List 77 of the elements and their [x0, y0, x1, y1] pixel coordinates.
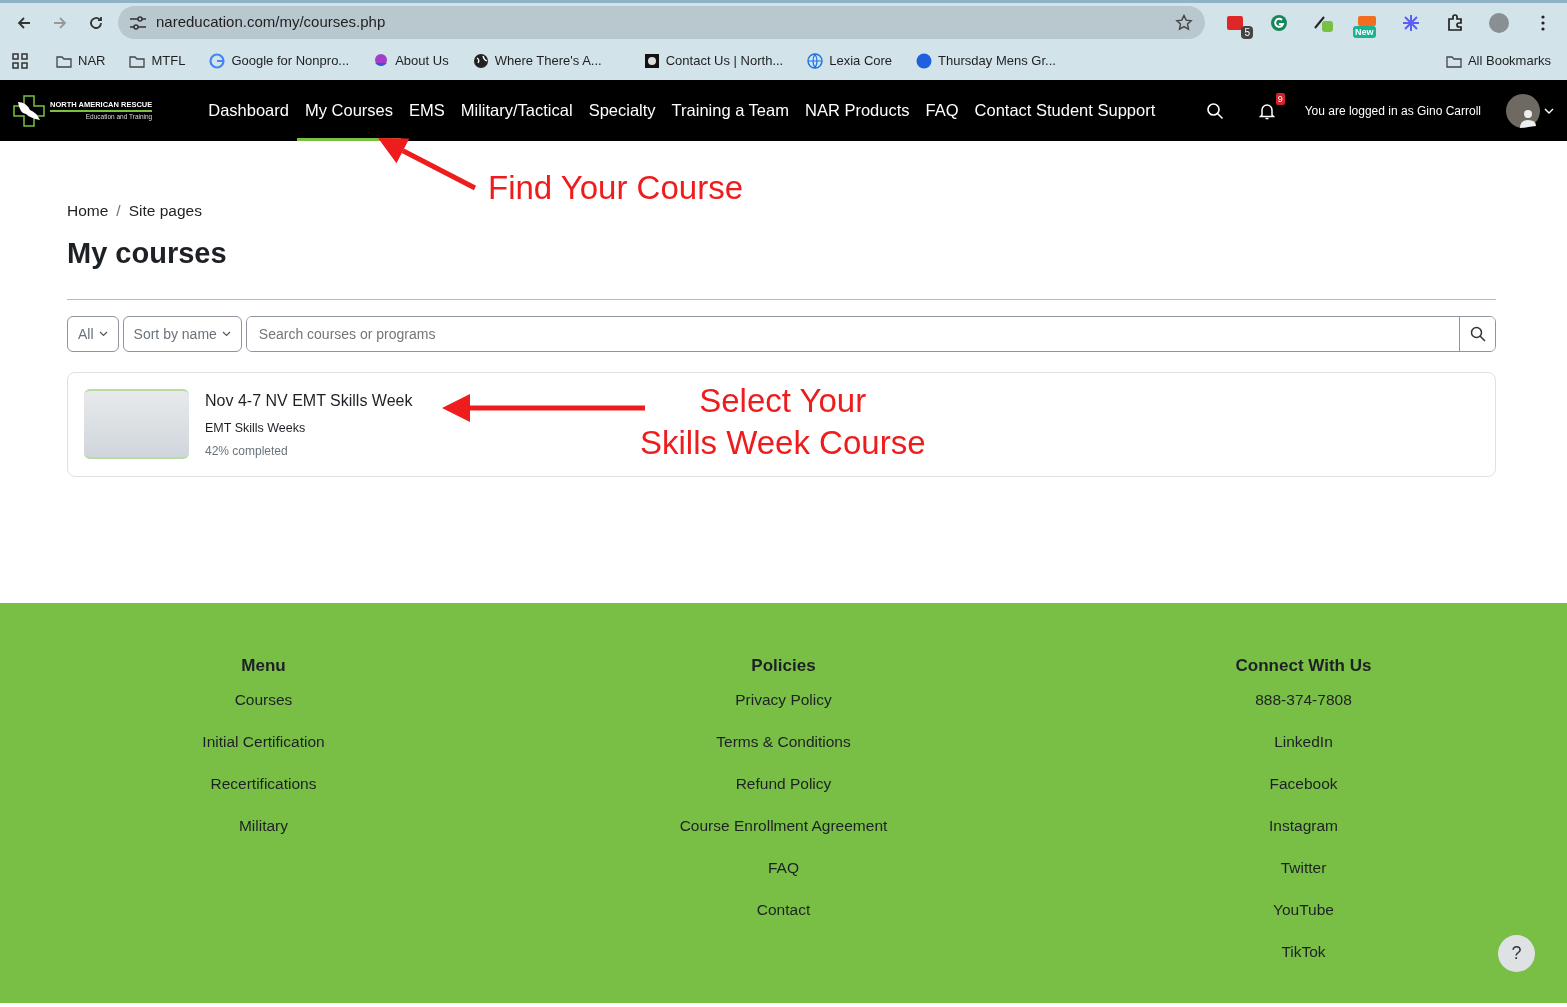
breadcrumb-separator: / — [116, 201, 121, 221]
footer-link[interactable]: Twitter — [1280, 846, 1327, 889]
nav-link[interactable]: FAQ — [917, 80, 967, 141]
bookmark[interactable]: Lexia Core — [803, 49, 897, 73]
footer-link[interactable]: Military — [238, 804, 289, 847]
footer-link[interactable]: Facebook — [1269, 762, 1338, 805]
annotation-text: Find Your Course — [488, 168, 743, 208]
url-text: nareducation.com/my/courses.php — [156, 12, 387, 33]
course-category: EMT Skills Weeks — [205, 420, 307, 438]
google-g-icon — [209, 53, 226, 69]
footer-link[interactable]: TikTok — [1281, 930, 1326, 973]
bell-icon — [1258, 101, 1275, 120]
bookmark[interactable]: About Us — [369, 49, 453, 73]
footer-link[interactable]: YouTube — [1273, 888, 1334, 931]
bookmark[interactable]: Where There's A... — [468, 49, 606, 73]
footer-link[interactable]: 888-374-7808 — [1255, 678, 1352, 721]
bookmark[interactable]: NAR — [52, 49, 110, 73]
footer-link[interactable]: Privacy Policy — [735, 678, 832, 721]
bookmark[interactable]: Contact Us | North... — [639, 49, 788, 73]
footer-heading: Connect With Us — [1235, 655, 1372, 677]
bookmark[interactable]: Google for Nonpro... — [205, 49, 354, 73]
breadcrumb-link[interactable]: Home — [67, 199, 109, 223]
search-button[interactable] — [1459, 317, 1495, 352]
bookmark[interactable]: Thursday Mens Gr... — [912, 49, 1060, 73]
reload-icon — [88, 14, 104, 31]
footer-link[interactable]: Recertifications — [210, 762, 317, 805]
right-arrow-icon — [52, 14, 68, 31]
site-settings-icon — [128, 14, 148, 31]
footer-link[interactable]: Course Enrollment Agreement — [679, 804, 888, 847]
notification-count: 9 — [1275, 92, 1285, 105]
all-bookmarks-button[interactable]: All Bookmarks — [1441, 49, 1555, 73]
eagle-cross-icon — [12, 93, 46, 128]
nav-link[interactable]: Contact Student Support — [966, 80, 1164, 141]
course-title-link[interactable]: Nov 4-7 NV EMT Skills Week — [205, 389, 413, 414]
footer-link[interactable]: Contact — [756, 888, 811, 931]
course-completion-text: 42% completed — [205, 442, 289, 460]
footer-link[interactable]: Terms & Conditions — [716, 720, 851, 763]
folder-icon — [129, 53, 146, 69]
nav-link[interactable]: NAR Products — [797, 80, 918, 141]
footer-link[interactable]: Refund Policy — [735, 762, 832, 805]
nav-link[interactable]: Military/Tactical — [452, 80, 581, 141]
chevron-down-icon — [221, 331, 231, 338]
footer-link[interactable]: Initial Certification — [202, 720, 325, 763]
extension-badge: 5 — [1241, 25, 1253, 39]
search-icon — [1205, 101, 1224, 120]
apps-grid-icon[interactable] — [12, 53, 28, 69]
globe-icon — [472, 53, 489, 69]
footer-heading: Menu — [241, 655, 286, 677]
chevron-down-icon — [98, 331, 108, 338]
login-status-text: You are logged in as Gino Carroll — [1304, 102, 1481, 120]
bookmark[interactable]: MTFL — [125, 49, 190, 73]
user-menu-button[interactable] — [1505, 96, 1555, 125]
search-icon — [1469, 326, 1486, 343]
nav-link[interactable]: EMS — [401, 80, 453, 141]
sort-dropdown[interactable]: Sort by name — [122, 316, 242, 353]
left-arrow-icon — [16, 14, 32, 31]
filter-dropdown[interactable]: All — [67, 316, 119, 353]
nav-link[interactable]: Specialty — [580, 80, 664, 141]
avatar-circle-icon — [1488, 11, 1510, 34]
footer-link[interactable]: Courses — [234, 678, 293, 721]
footer-link[interactable]: LinkedIn — [1274, 720, 1333, 763]
chevron-down-icon — [1544, 107, 1554, 114]
footer-link[interactable]: FAQ — [768, 846, 799, 889]
annotation-text: Select Your Skills Week Course — [640, 381, 926, 463]
folder-icon — [1445, 53, 1462, 69]
nav-link[interactable]: Dashboard — [200, 80, 297, 141]
page-title: My courses — [67, 236, 228, 272]
footer-heading: Policies — [751, 655, 816, 677]
address-bar[interactable]: nareducation.com/my/courses.php — [118, 6, 1205, 39]
extension-icon — [1226, 13, 1244, 32]
globe-icon — [807, 53, 824, 69]
footer-link[interactable]: Instagram — [1269, 804, 1338, 847]
star-icon[interactable] — [1175, 13, 1193, 32]
nav-link[interactable]: Training a Team — [663, 80, 797, 141]
avatar-silhouette-icon — [1506, 93, 1540, 128]
breadcrumb-link[interactable]: Site pages — [128, 199, 202, 223]
folder-icon — [56, 53, 72, 69]
